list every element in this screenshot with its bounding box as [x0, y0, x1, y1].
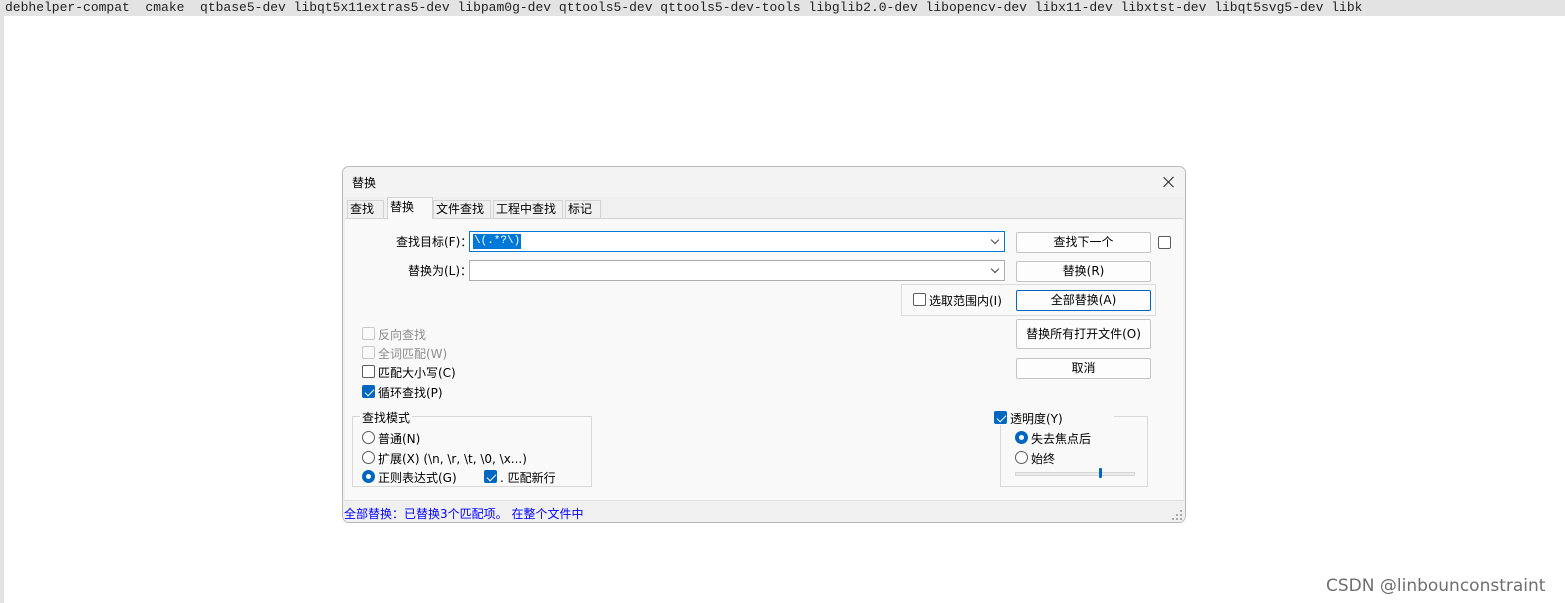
whole-word-checkbox[interactable] — [362, 346, 375, 359]
transparency-slider-track[interactable] — [1015, 472, 1135, 476]
in-selection-checkbox[interactable] — [913, 293, 926, 306]
match-case-checkbox[interactable] — [362, 365, 375, 378]
replace-panel: 查找目标(F)： \(.*?\) 替换为(L)： 查找下一个 替换(R) 选取范… — [345, 218, 1183, 500]
replace-dialog: 替换 查找 替换 文件查找 工程中查找 标记 查找目标(F)： \(.*?\) … — [342, 166, 1186, 523]
mode-regex-radio[interactable] — [362, 470, 375, 483]
match-case-label[interactable]: 匹配大小写(C) — [378, 364, 456, 381]
cancel-button[interactable]: 取消 — [1016, 358, 1151, 379]
find-combobox[interactable]: \(.*?\) — [469, 231, 1005, 252]
always-radio[interactable] — [1015, 451, 1028, 464]
status-bar: 全部替换：已替换3个匹配项。 在整个文件中 — [343, 500, 1185, 522]
on-lose-focus-label[interactable]: 失去焦点后 — [1031, 430, 1091, 447]
replace-input-value[interactable] — [473, 263, 475, 278]
replace-label: 替换为(L)： — [408, 264, 473, 278]
in-selection-label[interactable]: 选取范围内(I) — [929, 292, 1002, 309]
wrap-around-checkbox[interactable] — [362, 385, 375, 398]
replace-all-open-files-button[interactable]: 替换所有打开文件(O) — [1016, 319, 1151, 349]
mode-extended-label[interactable]: 扩展(X) (\n, \r, \t, \0, \x...) — [378, 450, 527, 467]
tab-find-in-project[interactable]: 工程中查找 — [493, 200, 563, 219]
transparency-checkbox[interactable] — [994, 411, 1007, 424]
dot-newline-label[interactable]: . 匹配新行 — [500, 469, 556, 486]
find-input-value[interactable]: \(.*?\) — [473, 234, 522, 249]
tab-mark[interactable]: 标记 — [565, 200, 601, 219]
mode-normal-radio[interactable] — [362, 431, 375, 444]
tab-find-in-files[interactable]: 文件查找 — [433, 200, 491, 219]
mode-normal-label[interactable]: 普通(N) — [378, 430, 420, 447]
dialog-titlebar: 替换 — [343, 167, 1185, 197]
dot-newline-checkbox[interactable] — [484, 470, 497, 483]
tab-find[interactable]: 查找 — [347, 200, 384, 219]
package-list-line: debhelper-compat cmake qtbase5-dev libqt… — [4, 0, 1565, 16]
transparency-slider-thumb[interactable] — [1099, 468, 1102, 478]
resize-grip-icon[interactable] — [1172, 510, 1182, 520]
replace-button[interactable]: 替换(R) — [1016, 261, 1151, 282]
chevron-down-icon[interactable] — [991, 266, 999, 274]
find-next-button[interactable]: 查找下一个 — [1016, 232, 1151, 253]
backward-checkbox[interactable] — [362, 327, 375, 340]
status-message: 全部替换：已替换3个匹配项。 在整个文件中 — [344, 507, 584, 521]
mode-extended-radio[interactable] — [362, 451, 375, 464]
search-mode-title: 查找模式 — [360, 409, 413, 426]
backward-label: 反向查找 — [378, 328, 427, 342]
replace-combobox[interactable] — [469, 260, 1005, 281]
chevron-down-icon[interactable] — [991, 237, 999, 245]
dialog-title: 替换 — [352, 176, 377, 190]
always-label[interactable]: 始终 — [1031, 450, 1055, 467]
close-icon[interactable] — [1160, 173, 1178, 191]
find-label: 查找目标(F)： — [396, 235, 473, 249]
transparency-label[interactable]: 透明度(Y) — [1010, 410, 1063, 427]
csdn-watermark: CSDN @linbounconstraint — [1326, 576, 1546, 596]
on-lose-focus-radio[interactable] — [1015, 431, 1028, 444]
mode-regex-label[interactable]: 正则表达式(G) — [378, 469, 457, 486]
find-next-option-checkbox[interactable] — [1158, 236, 1171, 249]
replace-all-button[interactable]: 全部替换(A) — [1016, 290, 1151, 311]
wrap-around-label[interactable]: 循环查找(P) — [378, 384, 443, 401]
tab-replace[interactable]: 替换 — [387, 197, 433, 219]
window-edge — [0, 0, 4, 603]
whole-word-label: 全词匹配(W) — [378, 347, 448, 361]
